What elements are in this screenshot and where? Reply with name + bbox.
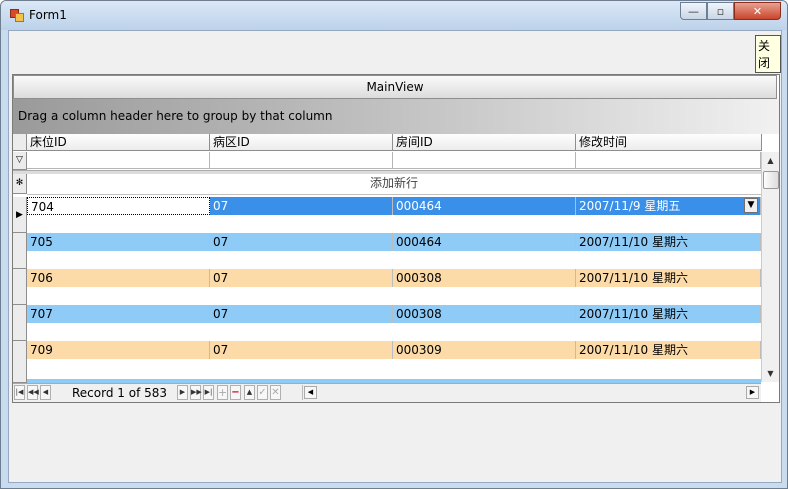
row-indicator [13, 305, 27, 341]
cell-bed-id[interactable]: 704 [27, 197, 210, 215]
row-preview-area [27, 323, 761, 341]
close-tooltip: 关闭 [755, 35, 781, 73]
cell-bed-id[interactable]: 707 [27, 305, 210, 323]
cell-modified-time[interactable]: 2007/11/10 星期六 [576, 341, 761, 359]
delete-record-icon[interactable]: − [230, 385, 241, 400]
form-client-area: 关闭 MainView Drag a column header here to… [8, 30, 782, 483]
previous-page-icon[interactable]: ◀◀ [27, 385, 39, 400]
table-row[interactable]: 704 07 000464 2007/11/9 星期五 ▼ [27, 197, 761, 215]
row-preview-area [27, 251, 761, 269]
horizontal-scrollbar[interactable]: ◀ ▶ [302, 385, 761, 400]
edit-record-icon[interactable]: ▲ [244, 385, 255, 400]
cell-modified-time[interactable]: 2007/11/10 星期六 [576, 305, 761, 323]
cell-modified-time[interactable]: 2007/11/9 星期五 ▼ [576, 197, 761, 215]
cell-room-id[interactable]: 000308 [393, 305, 576, 323]
column-header-ward-id[interactable]: 病区ID [210, 134, 393, 151]
add-record-icon[interactable]: + [217, 385, 228, 400]
app-icon [10, 9, 24, 22]
scroll-thumb[interactable] [763, 171, 779, 189]
scroll-up-arrow-icon[interactable]: ▲ [763, 153, 778, 168]
cell-room-id[interactable]: 000464 [393, 233, 576, 251]
table-row[interactable]: 705 07 000464 2007/11/10 星期六 [27, 233, 761, 251]
new-row-icon: ✻ [13, 174, 27, 194]
next-page-icon[interactable]: ▶▶ [190, 385, 202, 400]
filter-cell-ward-id[interactable] [210, 152, 393, 169]
close-button[interactable]: ✕ [734, 2, 781, 20]
column-header-bed-id[interactable]: 床位ID [27, 134, 210, 151]
date-dropdown-button[interactable]: ▼ [744, 198, 758, 213]
cell-ward-id[interactable]: 07 [210, 341, 393, 359]
cell-ward-id[interactable]: 07 [210, 197, 393, 215]
header-indicator [13, 134, 27, 151]
column-header-room-id[interactable]: 房间ID [393, 134, 576, 151]
view-caption: MainView [13, 75, 777, 99]
cell-room-id[interactable]: 000464 [393, 197, 576, 215]
form1-window: Form1 — ▫ ✕ 关闭 MainView Drag a column he… [0, 0, 788, 489]
cancel-edit-icon[interactable]: ✕ [270, 385, 281, 400]
filter-cell-modified-time[interactable] [576, 152, 761, 169]
new-item-row[interactable]: 添加新行 [27, 174, 761, 195]
title-bar[interactable]: Form1 — ▫ ✕ [1, 1, 787, 30]
cell-bed-id[interactable]: 705 [27, 233, 210, 251]
first-record-icon[interactable]: |◀ [14, 385, 25, 400]
table-row[interactable]: 706 07 000308 2007/11/10 星期六 [27, 269, 761, 287]
row-indicator [13, 233, 27, 269]
row-preview-area [27, 359, 761, 379]
cell-modified-time-value: 2007/11/9 星期五 [579, 199, 681, 213]
cell-modified-time[interactable]: 2007/11/10 星期六 [576, 269, 761, 287]
row-preview-area [27, 215, 761, 233]
scroll-left-arrow-icon[interactable]: ◀ [304, 386, 317, 399]
record-counter: Record 1 of 583 [72, 386, 168, 400]
previous-record-icon[interactable]: ◀ [40, 385, 51, 400]
filter-cell-bed-id[interactable] [27, 152, 210, 169]
minimize-button[interactable]: — [680, 2, 707, 20]
vertical-scrollbar[interactable]: ▲ ▼ [761, 152, 779, 382]
cell-ward-id[interactable]: 07 [210, 269, 393, 287]
window-title: Form1 [29, 8, 67, 22]
table-row[interactable]: 709 07 000309 2007/11/10 星期六 [27, 341, 761, 359]
current-row-indicator: ▶ [13, 197, 27, 233]
cell-ward-id[interactable]: 07 [210, 233, 393, 251]
cell-room-id[interactable]: 000309 [393, 341, 576, 359]
last-record-icon[interactable]: ▶| [203, 385, 214, 400]
grid-control[interactable]: MainView Drag a column header here to gr… [12, 74, 780, 403]
scroll-down-arrow-icon[interactable]: ▼ [763, 366, 778, 381]
table-row[interactable]: 707 07 000308 2007/11/10 星期六 [27, 305, 761, 323]
filter-icon: ▽ [13, 152, 27, 170]
cell-bed-id[interactable]: 706 [27, 269, 210, 287]
cell-bed-id[interactable]: 709 [27, 341, 210, 359]
end-edit-icon[interactable]: ✓ [257, 385, 268, 400]
next-record-icon[interactable]: ▶ [177, 385, 188, 400]
row-preview-area [27, 287, 761, 305]
cell-modified-time[interactable]: 2007/11/10 星期六 [576, 233, 761, 251]
group-panel[interactable]: Drag a column header here to group by th… [13, 99, 779, 134]
row-indicator [13, 269, 27, 305]
cell-ward-id[interactable]: 07 [210, 305, 393, 323]
row-indicator [13, 341, 27, 383]
column-header-modified-time[interactable]: 修改时间 [576, 134, 762, 151]
filter-cell-room-id[interactable] [393, 152, 576, 169]
scroll-right-arrow-icon[interactable]: ▶ [746, 386, 759, 399]
maximize-button[interactable]: ▫ [707, 2, 734, 20]
cell-room-id[interactable]: 000308 [393, 269, 576, 287]
